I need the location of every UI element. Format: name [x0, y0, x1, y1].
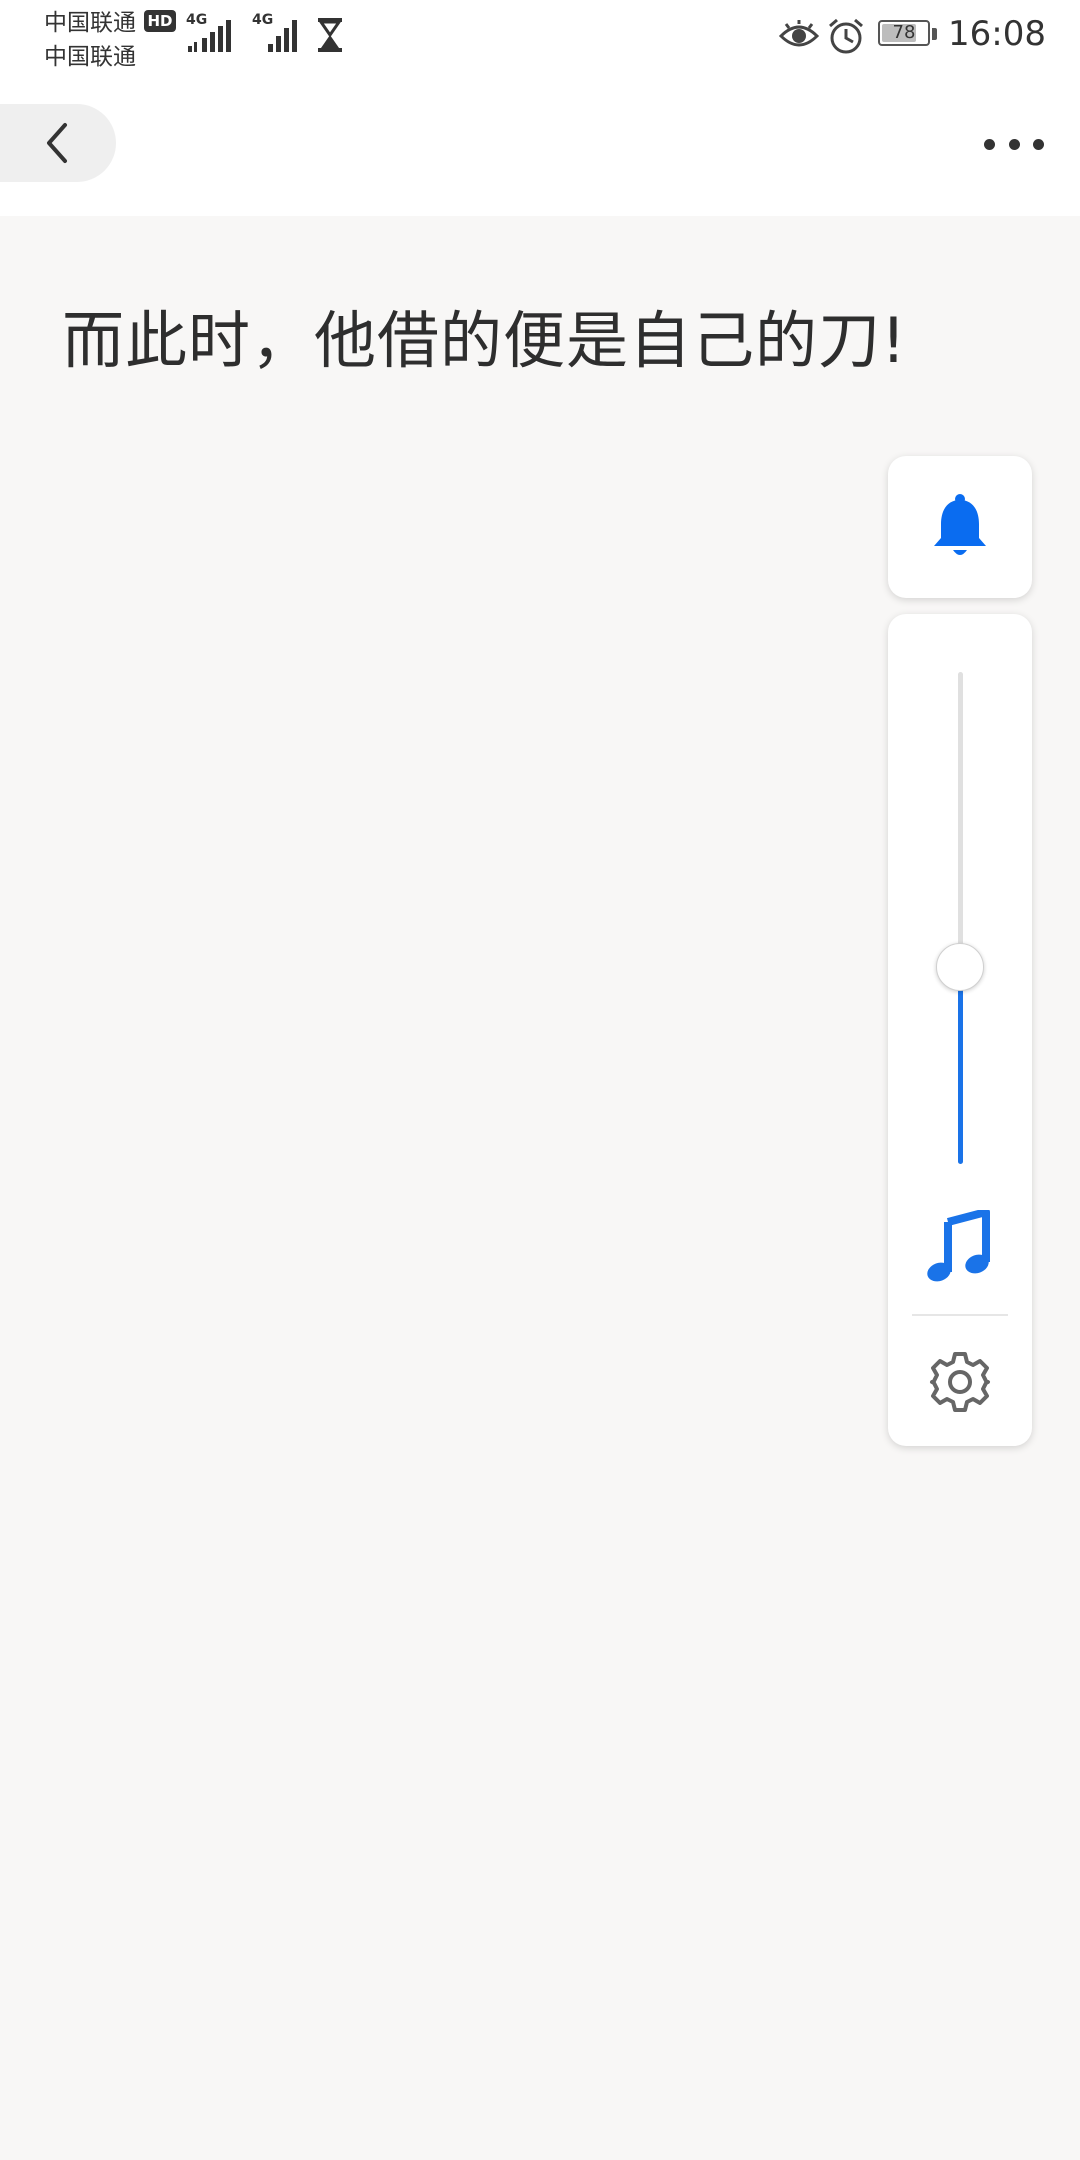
- screen: 中国联通 中国联通 HD 4G 4G 78 16:08 而此时，他借的便是自己的…: [0, 0, 1080, 2160]
- settings-button[interactable]: [928, 1350, 992, 1414]
- carrier-1: 中国联通: [44, 10, 136, 36]
- more-options-button[interactable]: [984, 124, 1044, 164]
- battery-level: 78: [892, 22, 916, 43]
- bell-icon: [934, 494, 986, 555]
- carrier-names: 中国联通 中国联通: [44, 6, 136, 74]
- panel-divider: [912, 1314, 1008, 1316]
- hourglass-icon: [318, 18, 342, 52]
- eye-comfort-icon: [778, 20, 820, 47]
- status-time: 16:08: [948, 14, 1046, 54]
- signal-strength-2-icon: [268, 20, 297, 52]
- media-volume-slider-thumb[interactable]: [936, 943, 984, 991]
- chevron-left-icon: [47, 123, 67, 163]
- more-dot: [1033, 138, 1044, 150]
- media-volume-slider-track[interactable]: [958, 672, 963, 1164]
- alarm-clock-icon: [829, 18, 863, 54]
- status-bar: 中国联通 中国联通 HD 4G 4G 78 16:08: [0, 0, 1080, 100]
- more-dot: [1008, 138, 1020, 150]
- signal-strength-1-icon: [188, 20, 231, 52]
- hd-badge: HD: [144, 10, 176, 32]
- content-text: 而此时，他借的便是自己的刀!: [62, 304, 907, 377]
- carrier-2: 中国联通: [44, 44, 136, 70]
- back-button[interactable]: [0, 104, 116, 182]
- more-dot: [984, 138, 995, 150]
- volume-panel: [888, 614, 1032, 1446]
- battery-tip: [932, 28, 937, 40]
- battery-indicator: 78: [878, 20, 930, 46]
- ring-mode-button[interactable]: [888, 456, 1032, 598]
- top-nav: [0, 100, 1080, 216]
- music-note-icon: [927, 1210, 990, 1282]
- media-volume-level-fill: [958, 967, 963, 1164]
